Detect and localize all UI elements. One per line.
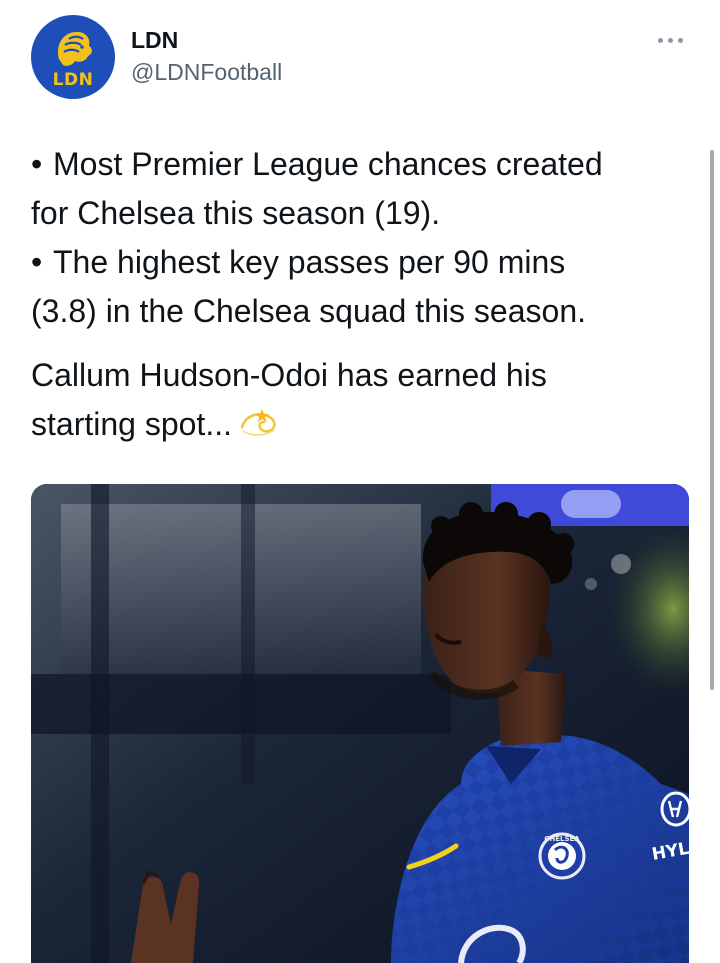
crest-text: CHELSEA [544,835,580,843]
line-text: starting spot... [31,406,232,442]
tweet-photo[interactable]: CHELSEA HYL [31,484,689,963]
line-text: (3.8) in the Chelsea squad this season. [31,293,586,329]
bullet-marker: • [31,146,43,182]
text-line: Callum Hudson-Odoi has earned his [31,357,547,393]
stats-paragraph: • Most Premier League chances created for… [31,140,701,336]
bullet-marker: • [31,244,43,280]
text-line: (3.8) in the Chelsea squad this season. [31,287,701,336]
dizzy-emoji-icon [238,402,282,451]
line-text: The highest key passes per 90 mins [53,244,566,280]
text-line: • Most Premier League chances created [31,140,701,189]
text-line: • The highest key passes per 90 mins [31,238,701,287]
line-text: Most Premier League chances created [53,146,603,182]
scrollbar[interactable] [710,150,714,690]
avatar[interactable]: LDN [31,15,115,99]
tweet-text: • Most Premier League chances created for… [31,140,701,451]
user-handle[interactable]: @LDNFootball [131,59,282,86]
more-options-icon[interactable] [655,30,687,50]
text-line: for Chelsea this season (19). [31,189,701,238]
avatar-text: LDN [52,70,94,90]
text-line: starting spot... [31,400,701,451]
line-text: for Chelsea this season (19). [31,195,441,231]
closing-paragraph: Callum Hudson-Odoi has earned his starti… [31,351,701,451]
player-photo: CHELSEA HYL [31,484,689,963]
display-name[interactable]: LDN [131,27,178,54]
tweet-header: LDN LDN @LDNFootball [0,0,720,110]
